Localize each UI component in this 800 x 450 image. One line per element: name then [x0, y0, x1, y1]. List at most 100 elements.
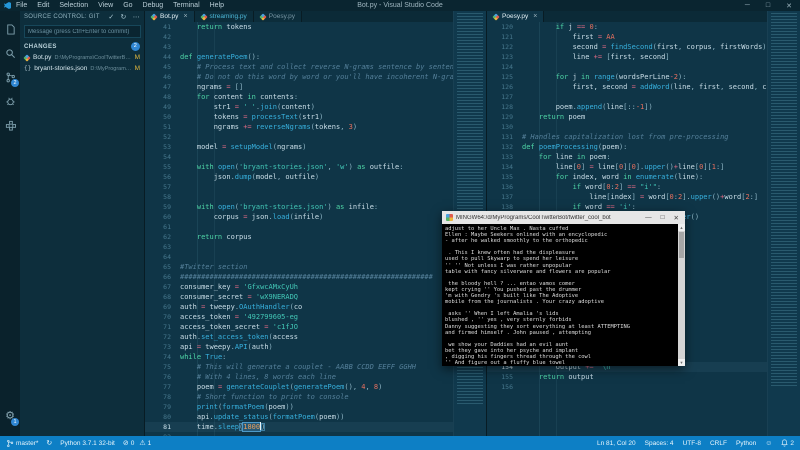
code-line-75[interactable]: 75 # This will generate a couplet - AABB…: [145, 362, 486, 372]
terminal-output[interactable]: adjust to her Uncle Max . Nasta cuffedEl…: [442, 224, 678, 366]
code-line-132[interactable]: 132def poemProcessing(poem):: [487, 142, 800, 152]
eol-item[interactable]: CRLF: [710, 440, 727, 447]
commit-message-input[interactable]: [24, 25, 141, 38]
menu-item-help[interactable]: Help: [210, 2, 224, 9]
cursor-position-item[interactable]: Ln 81, Col 20: [597, 440, 636, 447]
code-line-121[interactable]: 121 first = AA: [487, 32, 800, 42]
menu-item-view[interactable]: View: [98, 2, 113, 9]
code-line-67[interactable]: 67consumer_key = 'GfxwcAMxCyUh: [145, 282, 486, 292]
code-line-69[interactable]: 69auth = tweepy.OAuthHandler(co: [145, 302, 486, 312]
code-line-50[interactable]: 50 tokens = processText(str1): [145, 112, 486, 122]
code-line-71[interactable]: 71access_token_secret = 'c1fJO: [145, 322, 486, 332]
scroll-thumb[interactable]: [679, 232, 684, 258]
code-line-136[interactable]: 136 if word[0:2] == "i'":: [487, 182, 800, 192]
code-line-59[interactable]: 59 with open('bryant-stories.json') as i…: [145, 202, 486, 212]
tab-close-icon[interactable]: ×: [533, 13, 537, 20]
encoding-item[interactable]: UTF-8: [683, 440, 701, 447]
sync-icon[interactable]: ↻: [46, 440, 52, 447]
menu-item-go[interactable]: Go: [123, 2, 132, 9]
scroll-up-icon[interactable]: ▲: [678, 224, 685, 231]
code-line-127[interactable]: 127: [487, 92, 800, 102]
code-line-62[interactable]: 62 return corpus: [145, 232, 486, 242]
source-control-icon[interactable]: 2: [0, 65, 20, 89]
tab-Poesy.py[interactable]: Poesy.py: [254, 11, 302, 22]
code-line-65[interactable]: 65#Twitter section: [145, 262, 486, 272]
more-actions-icon[interactable]: ⋯: [133, 13, 140, 21]
code-line-81[interactable]: 81 time.sleep(1800): [145, 422, 486, 432]
code-line-77[interactable]: 77 poem = generateCouplet(generatePoem()…: [145, 382, 486, 392]
menu-item-file[interactable]: File: [16, 2, 27, 9]
code-line-60[interactable]: 60 corpus = json.load(infile): [145, 212, 486, 222]
code-line-66[interactable]: 66######################################…: [145, 272, 486, 282]
notifications-item[interactable]: 2: [781, 439, 794, 447]
code-line-156[interactable]: 156: [487, 382, 800, 392]
minimize-button[interactable]: ─: [745, 2, 750, 10]
code-line-61[interactable]: 61: [145, 222, 486, 232]
tab-close-icon[interactable]: ×: [183, 13, 187, 20]
manage-gear-icon[interactable]: ⚙ 1: [0, 404, 20, 428]
code-line-130[interactable]: 130: [487, 122, 800, 132]
explorer-icon[interactable]: [0, 17, 20, 41]
language-mode-item[interactable]: Python: [736, 440, 756, 447]
refresh-icon[interactable]: ↻: [121, 13, 127, 21]
problems-item[interactable]: ⊘0 ⚠1: [123, 440, 151, 447]
terminal-minimize-button[interactable]: —: [645, 214, 652, 222]
code-line-44[interactable]: 44def generatePoem():: [145, 52, 486, 62]
tab-Bot.py[interactable]: Bot.py×: [145, 11, 195, 22]
terminal-close-button[interactable]: ✕: [674, 214, 679, 222]
tab-Poesy.py[interactable]: Poesy.py×: [487, 11, 544, 22]
changed-file-row[interactable]: {}bryant-stories.jsonD:\MyPrograms\Co...…: [20, 63, 144, 74]
code-line-68[interactable]: 68consumer_secret = 'wX9NERADQ: [145, 292, 486, 302]
terminal-title-bar[interactable]: MINGW64:/d/MyPrograms/CoolTwitterBot/twi…: [442, 211, 685, 224]
menu-item-debug[interactable]: Debug: [143, 2, 164, 9]
feedback-smiley-icon[interactable]: ☺: [765, 440, 772, 447]
changes-section-label[interactable]: CHANGES: [24, 44, 57, 50]
code-line-128[interactable]: 128 poem.append(line[::-1]): [487, 102, 800, 112]
code-line-54[interactable]: 54: [145, 152, 486, 162]
terminal-maximize-button[interactable]: □: [661, 214, 665, 222]
code-line-41[interactable]: 41 return tokens: [145, 22, 486, 32]
code-line-131[interactable]: 131# Handles capitalization lost from pr…: [487, 132, 800, 142]
code-line-43[interactable]: 43: [145, 42, 486, 52]
code-line-79[interactable]: 79 print(formatPoem(poem)): [145, 402, 486, 412]
code-line-46[interactable]: 46 # Do not do this word by word or you'…: [145, 72, 486, 82]
maximize-button[interactable]: □: [766, 2, 770, 10]
close-button[interactable]: ✕: [786, 2, 792, 10]
code-line-55[interactable]: 55 with open('bryant-stories.json', 'w')…: [145, 162, 486, 172]
code-line-78[interactable]: 78 # Short function to print to console: [145, 392, 486, 402]
code-line-76[interactable]: 76 # With 4 lines, 8 words each line: [145, 372, 486, 382]
code-line-58[interactable]: 58: [145, 192, 486, 202]
scroll-down-icon[interactable]: ▼: [678, 359, 685, 366]
code-line-63[interactable]: 63: [145, 242, 486, 252]
code-line-134[interactable]: 134 line[0] = line[0][0].upper()+line[0]…: [487, 162, 800, 172]
code-line-120[interactable]: 120 if j == 0:: [487, 22, 800, 32]
code-line-126[interactable]: 126 first, second = addWord(line, first,…: [487, 82, 800, 92]
menu-item-selection[interactable]: Selection: [59, 2, 88, 9]
mingw64-terminal-window[interactable]: MINGW64:/d/MyPrograms/CoolTwitterBot/twi…: [442, 211, 685, 366]
code-line-47[interactable]: 47 ngrams = []: [145, 82, 486, 92]
code-line-57[interactable]: 57: [145, 182, 486, 192]
code-line-72[interactable]: 72auth.set_access_token(access: [145, 332, 486, 342]
code-line-155[interactable]: 155 return output: [487, 372, 800, 382]
code-line-51[interactable]: 51 ngrams += reverseNgrams(tokens, 3): [145, 122, 486, 132]
python-interpreter-item[interactable]: Python 3.7.1 32-bit: [60, 440, 115, 447]
code-line-70[interactable]: 70access_token = '492799605-eg: [145, 312, 486, 322]
code-line-137[interactable]: 137 line[index] = word[0:2].upper()+word…: [487, 192, 800, 202]
code-line-56[interactable]: 56 json.dump(model, outfile): [145, 172, 486, 182]
code-line-49[interactable]: 49 str1 = ' '.join(content): [145, 102, 486, 112]
search-icon[interactable]: [0, 41, 20, 65]
minimap-right[interactable]: [767, 11, 800, 436]
code-line-45[interactable]: 45 # Process text and collect reverse N-…: [145, 62, 486, 72]
code-line-124[interactable]: 124: [487, 62, 800, 72]
code-line-52[interactable]: 52: [145, 132, 486, 142]
terminal-scrollbar[interactable]: ▲ ▼: [678, 224, 685, 366]
code-line-133[interactable]: 133 for line in poem:: [487, 152, 800, 162]
git-branch-item[interactable]: master*: [6, 439, 38, 448]
code-line-42[interactable]: 42: [145, 32, 486, 42]
commit-check-icon[interactable]: ✓: [108, 13, 114, 21]
code-editor-botpy[interactable]: 41 return tokens424344def generatePoem()…: [145, 22, 486, 436]
code-line-122[interactable]: 122 second = findSecond(first, corpus, f…: [487, 42, 800, 52]
code-line-135[interactable]: 135 for index, word in enumerate(line):: [487, 172, 800, 182]
extensions-icon[interactable]: [0, 113, 20, 137]
code-line-129[interactable]: 129 return poem: [487, 112, 800, 122]
